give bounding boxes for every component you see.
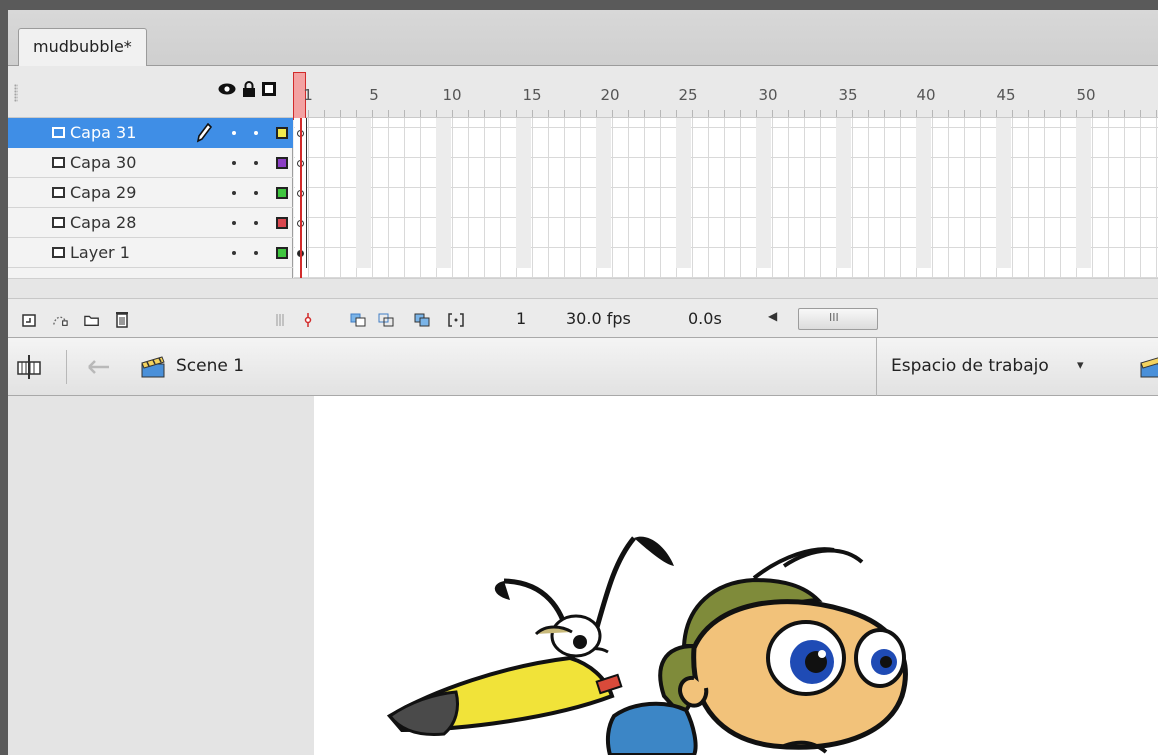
outline-color-swatch[interactable] — [276, 187, 288, 199]
modify-onion-markers-icon[interactable] — [448, 313, 464, 327]
frame-number: 35 — [838, 86, 858, 104]
frame-band — [436, 118, 451, 268]
layer-icon — [52, 127, 65, 138]
workspace-label: Espacio de trabajo — [891, 356, 1049, 376]
frame-band — [916, 118, 931, 268]
frame-number: 45 — [996, 86, 1016, 104]
scroll-grip: III — [829, 311, 839, 324]
scene-label[interactable]: Scene 1 — [176, 356, 244, 376]
layer-name: Capa 31 — [70, 123, 137, 142]
layer-row-capa-30[interactable]: Capa 30 — [8, 148, 293, 178]
frame-band — [676, 118, 691, 268]
timeline-gap — [8, 278, 1158, 298]
visibility-dot[interactable] — [232, 251, 236, 255]
lock-dot[interactable] — [254, 251, 258, 255]
lock-dot[interactable] — [254, 191, 258, 195]
timeline-scrollbar[interactable]: III — [798, 308, 878, 330]
layer-row-layer-1[interactable]: Layer 1 — [8, 238, 293, 268]
panel-grip[interactable] — [14, 84, 18, 102]
frame-band — [756, 118, 771, 268]
visibility-dot[interactable] — [232, 191, 236, 195]
visibility-dot[interactable] — [232, 161, 236, 165]
scroll-left-arrow[interactable]: ◀ — [768, 309, 777, 323]
frame-band — [1076, 118, 1091, 268]
timeline-toggle-icon[interactable] — [16, 354, 42, 380]
layer-name: Capa 28 — [70, 213, 137, 232]
frame-band — [836, 118, 851, 268]
edit-multiple-frames-icon[interactable] — [414, 313, 430, 327]
onion-skin-icon[interactable] — [350, 313, 366, 327]
layer-name: Layer 1 — [70, 243, 130, 262]
visibility-dot[interactable] — [232, 131, 236, 135]
frame-rate[interactable]: 30.0 fps — [566, 309, 631, 328]
layer-icon — [52, 217, 65, 228]
elapsed-time: 0.0s — [688, 309, 722, 328]
lock-dot[interactable] — [254, 221, 258, 225]
outline-color-swatch[interactable] — [276, 217, 288, 229]
eye-icon[interactable] — [218, 82, 236, 96]
document-tab[interactable]: mudbubble* — [18, 28, 147, 67]
pencil-icon — [196, 123, 212, 143]
flash-app: mudbubble* 1 5 10 15 20 25 30 35 40 45 5… — [8, 10, 1158, 755]
stage[interactable] — [314, 396, 1158, 755]
frame-number: 1 — [303, 86, 313, 104]
layer-icon — [52, 157, 65, 168]
clapper-icon — [141, 356, 165, 378]
outline-color-swatch[interactable] — [276, 247, 288, 259]
lock-icon[interactable] — [242, 81, 256, 97]
frame-number: 10 — [442, 86, 462, 104]
frame-band — [356, 118, 371, 268]
outline-color-swatch[interactable] — [276, 127, 288, 139]
frame-band — [596, 118, 611, 268]
frame-band — [996, 118, 1011, 268]
timeline-header: 1 5 10 15 20 25 30 35 40 45 50 — [8, 66, 1158, 120]
outline-color-swatch[interactable] — [276, 157, 288, 169]
frame-number: 30 — [758, 86, 778, 104]
layer-row-capa-29[interactable]: Capa 29 — [8, 178, 293, 208]
layer-name: Capa 29 — [70, 183, 137, 202]
new-layer-icon[interactable] — [22, 313, 38, 327]
layer-row-capa-31[interactable]: Capa 31 — [8, 118, 293, 148]
lock-dot[interactable] — [254, 131, 258, 135]
edit-bar: Scene 1 Espacio de trabajo ▾ — [8, 338, 1158, 396]
trash-icon[interactable] — [114, 310, 130, 328]
folder-icon[interactable] — [84, 313, 100, 327]
visibility-dot[interactable] — [232, 221, 236, 225]
document-tab-strip: mudbubble* — [8, 10, 1158, 67]
frame-number: 25 — [678, 86, 698, 104]
workspace-switcher[interactable]: Espacio de trabajo ▾ — [876, 338, 1158, 396]
layer-icon — [52, 187, 65, 198]
frame-number: 5 — [369, 86, 379, 104]
layer-list: Capa 31 Capa 30 Capa 29 Capa 28 Layer 1 — [8, 118, 293, 278]
center-frame-icon[interactable] — [304, 313, 312, 327]
layer-name: Capa 30 — [70, 153, 137, 172]
onion-skin-outlines-icon[interactable] — [378, 313, 394, 327]
frame-number: 50 — [1076, 86, 1096, 104]
back-arrow-icon[interactable] — [88, 360, 110, 374]
chevron-down-icon: ▾ — [1077, 358, 1084, 373]
panel-resize-grip[interactable] — [272, 313, 288, 327]
layer-toggle-icons — [218, 81, 276, 97]
timeline-status-bar: 1 30.0 fps 0.0s ◀ III — [8, 298, 1158, 338]
layer-icon — [52, 247, 65, 258]
outline-icon[interactable] — [262, 82, 276, 96]
frame-band — [516, 118, 531, 268]
frame-number: 20 — [600, 86, 620, 104]
frame-ruler[interactable] — [308, 110, 1158, 117]
frame-number: 40 — [916, 86, 936, 104]
frame-grid[interactable] — [294, 118, 1158, 278]
motion-guide-icon[interactable] — [52, 313, 68, 327]
divider — [66, 350, 67, 384]
timeline-panel: 1 5 10 15 20 25 30 35 40 45 50 Capa 31 C… — [8, 66, 1158, 338]
frame-number: 15 — [522, 86, 542, 104]
edit-scene-icon[interactable] — [1139, 354, 1158, 378]
current-frame: 1 — [516, 309, 527, 328]
layer-row-capa-28[interactable]: Capa 28 — [8, 208, 293, 238]
lock-dot[interactable] — [254, 161, 258, 165]
cartoon-bee-character[interactable] — [314, 396, 1158, 755]
